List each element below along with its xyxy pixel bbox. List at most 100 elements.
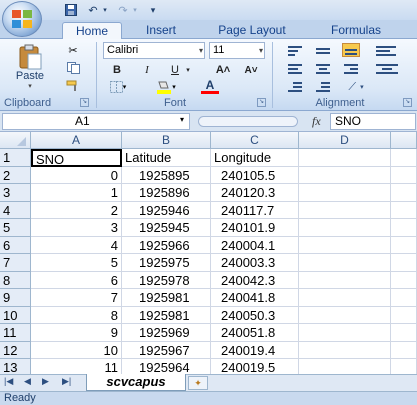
cell-c[interactable]: 240117.7 <box>211 201 299 219</box>
cell-b[interactable]: 1925896 <box>122 184 211 202</box>
formula-bar-resize-handle[interactable] <box>198 116 298 127</box>
cell-empty[interactable] <box>299 201 391 219</box>
cell-empty[interactable] <box>299 271 391 289</box>
paste-button[interactable]: Paste ▾ <box>6 41 54 93</box>
next-sheet-icon[interactable]: ▶ <box>42 376 49 387</box>
cell-empty[interactable] <box>299 324 391 342</box>
cell-empty[interactable] <box>299 166 391 184</box>
cell-empty[interactable] <box>391 236 417 254</box>
cell-c[interactable]: 240101.9 <box>211 219 299 237</box>
row-header[interactable]: 2 <box>0 166 31 184</box>
row-header[interactable]: 9 <box>0 289 31 307</box>
cell-a[interactable]: 2 <box>31 201 122 219</box>
cell-c[interactable]: 240050.3 <box>211 306 299 324</box>
align-center-icon[interactable] <box>314 62 332 76</box>
cell-empty[interactable] <box>391 289 417 307</box>
cell-c[interactable]: 240004.1 <box>211 236 299 254</box>
decrease-indent-icon[interactable] <box>286 80 304 94</box>
borders-button[interactable]: ▾ <box>106 79 130 95</box>
tab-insert[interactable]: Insert <box>130 22 192 39</box>
clipboard-dialog-launcher-icon[interactable]: ↘ <box>80 98 89 107</box>
cell-a[interactable]: 9 <box>31 324 122 342</box>
first-sheet-icon[interactable]: |◀ <box>4 376 13 387</box>
cell-c[interactable]: 240041.8 <box>211 289 299 307</box>
column-header-d[interactable]: D <box>299 132 391 149</box>
cell-empty[interactable] <box>391 324 417 342</box>
save-icon[interactable] <box>62 2 80 18</box>
cell-b[interactable]: 1925969 <box>122 324 211 342</box>
column-header-e[interactable] <box>391 132 417 149</box>
cell-b[interactable]: 1925981 <box>122 289 211 307</box>
cell-a[interactable]: 10 <box>31 341 122 359</box>
tab-formulas[interactable]: Formulas <box>314 22 398 39</box>
cell-empty[interactable] <box>391 201 417 219</box>
cell-empty[interactable] <box>299 149 391 167</box>
grow-font-button[interactable]: A˄ <box>212 61 234 79</box>
prev-sheet-icon[interactable]: ◀ <box>24 376 31 387</box>
cell-c[interactable]: 240042.3 <box>211 271 299 289</box>
formula-input[interactable]: SNO <box>330 113 416 130</box>
row-header[interactable]: 4 <box>0 201 31 219</box>
orientation-button[interactable]: ⟋ ▾ <box>340 79 372 95</box>
select-all-corner[interactable] <box>0 132 31 149</box>
cell-b[interactable]: Latitude <box>122 149 211 167</box>
last-sheet-icon[interactable]: ▶| <box>62 376 71 387</box>
cell-a[interactable]: 7 <box>31 289 122 307</box>
column-header-c[interactable]: C <box>211 132 299 149</box>
cell-empty[interactable] <box>299 184 391 202</box>
cell-a[interactable]: 0 <box>31 166 122 184</box>
align-left-icon[interactable] <box>286 62 304 76</box>
cell-b[interactable]: 1925975 <box>122 254 211 272</box>
row-header[interactable]: 11 <box>0 324 31 342</box>
name-box-dropdown-icon[interactable]: ▾ <box>180 115 184 124</box>
font-name-dropdown-icon[interactable]: ▾ <box>199 43 203 58</box>
cell-empty[interactable] <box>391 254 417 272</box>
font-size-dropdown-icon[interactable]: ▾ <box>259 43 263 58</box>
cell-c[interactable]: 240120.3 <box>211 184 299 202</box>
copy-icon[interactable] <box>64 60 82 76</box>
underline-dropdown-icon[interactable]: ▾ <box>183 61 193 79</box>
cell-c[interactable]: 240105.5 <box>211 166 299 184</box>
row-header[interactable]: 5 <box>0 219 31 237</box>
align-top-icon[interactable] <box>286 44 304 58</box>
tab-home[interactable]: Home <box>62 22 122 39</box>
cell-empty[interactable] <box>299 219 391 237</box>
cell-a[interactable]: 3 <box>31 219 122 237</box>
column-header-b[interactable]: B <box>122 132 211 149</box>
cell-a[interactable]: 6 <box>31 271 122 289</box>
office-button[interactable] <box>2 1 42 37</box>
row-header[interactable]: 12 <box>0 341 31 359</box>
align-middle-icon[interactable] <box>314 44 332 58</box>
row-header[interactable]: 3 <box>0 184 31 202</box>
cell-empty[interactable] <box>391 166 417 184</box>
cell-a[interactable]: SNO <box>31 149 122 167</box>
cell-empty[interactable] <box>299 236 391 254</box>
fill-color-button[interactable]: ▾ <box>150 79 182 95</box>
row-header[interactable]: 8 <box>0 271 31 289</box>
insert-function-icon[interactable]: fx <box>312 114 321 129</box>
format-painter-icon[interactable] <box>64 78 82 94</box>
name-box[interactable]: A1 <box>2 113 190 130</box>
insert-sheet-icon[interactable]: ✦ <box>188 376 208 390</box>
font-color-button[interactable]: A <box>194 79 226 95</box>
cell-a[interactable]: 5 <box>31 254 122 272</box>
cell-empty[interactable] <box>299 289 391 307</box>
shrink-font-button[interactable]: A˅ <box>240 61 262 79</box>
cell-c[interactable]: Longitude <box>211 149 299 167</box>
bold-button[interactable]: B <box>106 61 128 79</box>
cell-empty[interactable] <box>299 306 391 324</box>
customize-quick-access-icon[interactable]: ▾ <box>146 2 160 18</box>
cell-empty[interactable] <box>391 306 417 324</box>
undo-dropdown-icon[interactable]: ▾ <box>100 2 110 18</box>
cell-b[interactable]: 1925946 <box>122 201 211 219</box>
font-name-box[interactable]: Calibri ▾ <box>103 42 205 59</box>
merge-center-icon[interactable] <box>374 62 400 76</box>
align-right-icon[interactable] <box>342 62 360 76</box>
redo-dropdown-icon[interactable]: ▾ <box>130 2 140 18</box>
cell-b[interactable]: 1925967 <box>122 341 211 359</box>
cell-c[interactable]: 240019.4 <box>211 341 299 359</box>
cell-empty[interactable] <box>391 219 417 237</box>
cell-c[interactable]: 240003.3 <box>211 254 299 272</box>
cell-empty[interactable] <box>391 184 417 202</box>
cell-a[interactable]: 8 <box>31 306 122 324</box>
